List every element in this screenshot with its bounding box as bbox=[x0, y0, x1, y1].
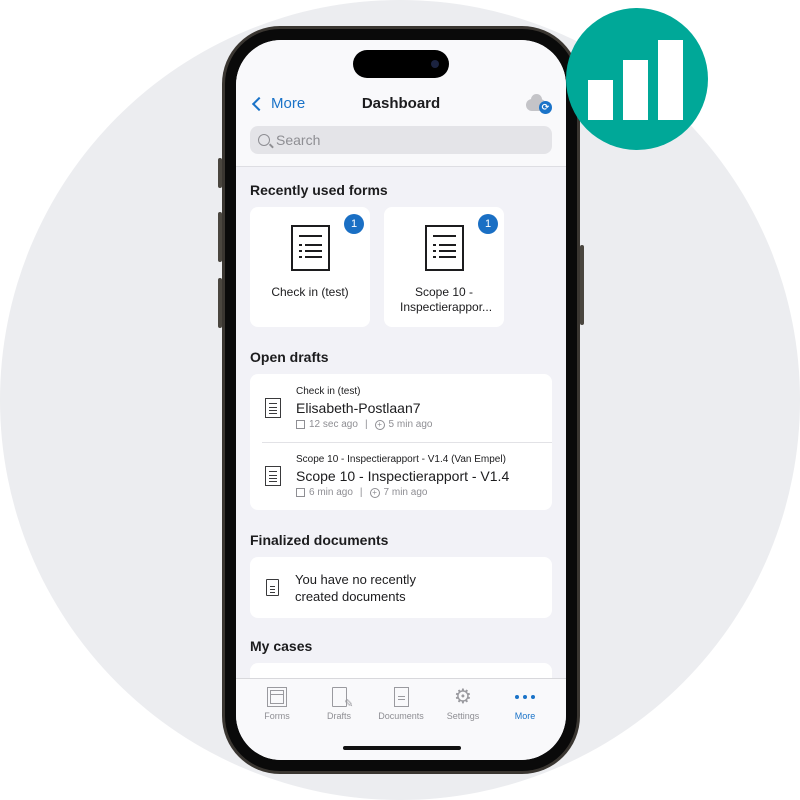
tab-more[interactable]: More bbox=[494, 679, 556, 760]
draft-document-icon bbox=[265, 398, 281, 418]
forms-icon bbox=[267, 687, 287, 707]
tab-label: Documents bbox=[378, 711, 424, 721]
created-icon: + bbox=[369, 487, 380, 498]
power-button bbox=[580, 245, 584, 325]
drafts-list: Check in (test) Elisabeth-Postlaan7 12 s… bbox=[250, 374, 552, 510]
cloud-sync-button[interactable]: ⟳ bbox=[526, 94, 552, 114]
draft-form-name: Check in (test) bbox=[296, 386, 361, 397]
edited-time: 6 min ago bbox=[309, 487, 353, 498]
dynamic-island bbox=[353, 50, 449, 78]
phone-bezel: More Dashboard ⟳ Recently used forms bbox=[225, 29, 577, 771]
draft-item[interactable]: Check in (test) Elisabeth-Postlaan7 12 s… bbox=[250, 374, 552, 442]
finalized-empty-state: You have no recently created documents bbox=[250, 557, 552, 618]
form-card-label: Scope 10 - Inspectierappor... bbox=[400, 285, 493, 314]
edit-icon bbox=[296, 420, 305, 429]
search-icon bbox=[258, 134, 270, 146]
open-drafts-heading: Open drafts bbox=[250, 349, 329, 365]
tab-label: More bbox=[514, 711, 536, 721]
bar-chart-icon-bar bbox=[658, 40, 683, 120]
app-screen: More Dashboard ⟳ Recently used forms bbox=[236, 40, 566, 760]
draft-form-name: Scope 10 - Inspectierapport - V1.4 (Van … bbox=[296, 454, 506, 465]
document-icon bbox=[266, 579, 279, 596]
stage: More Dashboard ⟳ Recently used forms bbox=[0, 0, 800, 800]
dashboard-content: Recently used forms 1 Check in (test) 1 … bbox=[236, 168, 566, 724]
tab-forms[interactable]: Forms bbox=[246, 679, 308, 760]
count-badge: 1 bbox=[344, 214, 364, 234]
form-document-icon bbox=[290, 225, 330, 271]
separator: | bbox=[359, 487, 363, 498]
brand-logo bbox=[566, 8, 708, 150]
tab-label: Drafts bbox=[326, 711, 351, 721]
empty-message-line: You have no recently bbox=[295, 571, 416, 587]
separator: | bbox=[364, 419, 368, 430]
tab-bar: Forms Drafts Documents ⚙ Settings bbox=[236, 678, 566, 760]
sync-icon: ⟳ bbox=[539, 101, 552, 114]
form-document-icon bbox=[424, 225, 464, 271]
edited-time: 12 sec ago bbox=[309, 419, 358, 430]
drafts-icon bbox=[331, 687, 353, 710]
page-title: Dashboard bbox=[361, 95, 441, 112]
empty-message-line: created documents bbox=[295, 588, 406, 604]
search-input[interactable] bbox=[276, 132, 516, 148]
empty-message: You have no recently created documents bbox=[295, 571, 416, 605]
draft-item[interactable]: Scope 10 - Inspectierapport - V1.4 (Van … bbox=[250, 442, 552, 510]
draft-title: Elisabeth-Postlaan7 bbox=[296, 400, 421, 416]
more-icon bbox=[515, 687, 535, 707]
bar-chart-icon-bar bbox=[588, 80, 613, 120]
draft-document-icon bbox=[265, 466, 281, 486]
draft-meta: 6 min ago | + 7 min ago bbox=[296, 487, 509, 498]
documents-icon bbox=[393, 687, 409, 707]
home-indicator[interactable] bbox=[343, 746, 461, 750]
created-time: 7 min ago bbox=[383, 487, 428, 498]
bar-chart-icon-bar bbox=[623, 60, 648, 120]
recent-forms-heading: Recently used forms bbox=[250, 182, 388, 198]
my-cases-heading: My cases bbox=[250, 638, 313, 654]
recent-forms-list: 1 Check in (test) 1 Scope 10 - Inspectie… bbox=[250, 207, 552, 327]
draft-title: Scope 10 - Inspectierapport - V1.4 bbox=[296, 468, 510, 484]
created-icon: + bbox=[374, 419, 385, 430]
edit-icon bbox=[296, 488, 305, 497]
phone-frame: More Dashboard ⟳ Recently used forms bbox=[222, 26, 580, 774]
form-card-label: Check in (test) bbox=[271, 285, 349, 299]
finalized-documents-heading: Finalized documents bbox=[250, 532, 389, 548]
created-time: 5 min ago bbox=[388, 419, 433, 430]
count-badge: 1 bbox=[478, 214, 498, 234]
draft-meta: 12 sec ago | + 5 min ago bbox=[296, 419, 432, 430]
tab-label: Settings bbox=[446, 711, 480, 721]
form-card[interactable]: 1 Check in (test) bbox=[250, 207, 370, 327]
form-card[interactable]: 1 Scope 10 - Inspectierappor... bbox=[384, 207, 504, 327]
camera-icon bbox=[431, 60, 439, 68]
settings-icon: ⚙ bbox=[454, 686, 472, 708]
search-bar[interactable] bbox=[250, 126, 552, 154]
tab-label: Forms bbox=[264, 711, 290, 721]
